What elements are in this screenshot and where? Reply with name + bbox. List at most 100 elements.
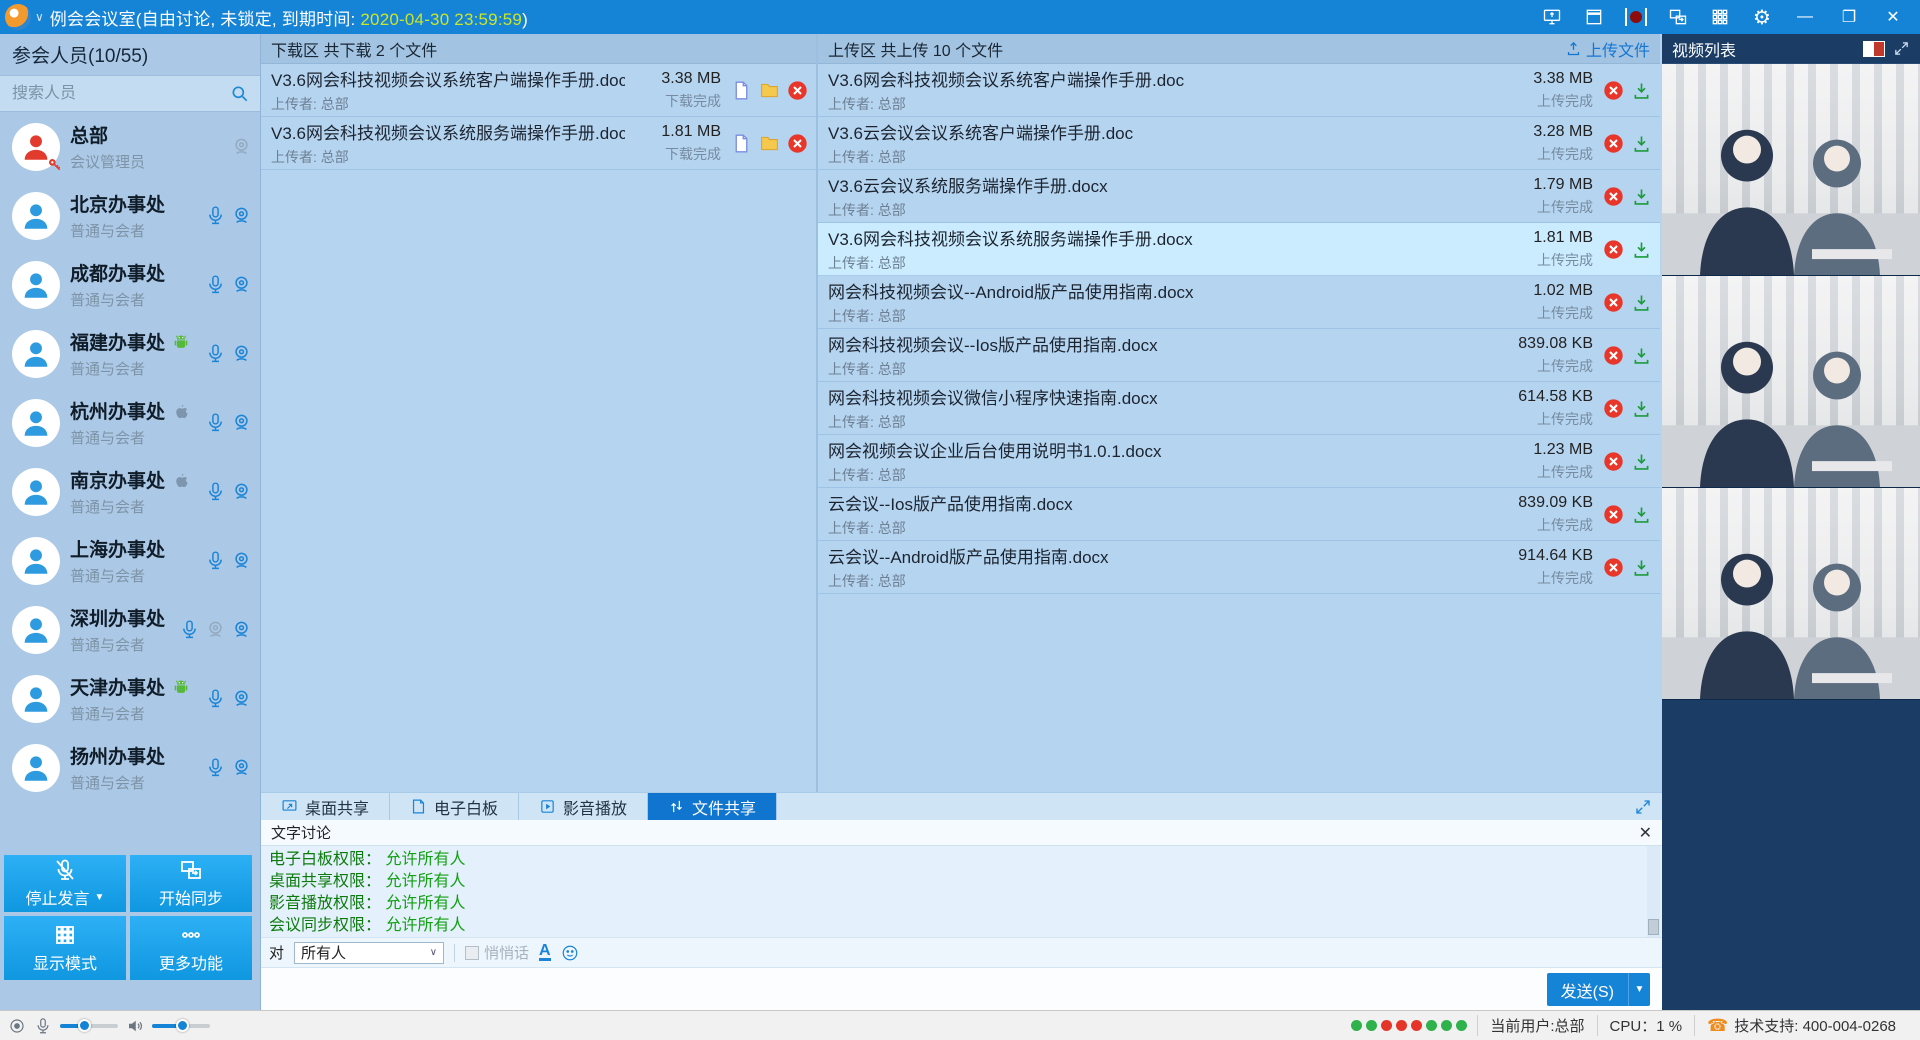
camera-icon[interactable]	[231, 481, 252, 502]
mic-icon[interactable]	[179, 619, 200, 640]
minimize-button[interactable]: —	[1788, 4, 1822, 30]
camera-icon[interactable]	[231, 688, 252, 709]
upload-file-row[interactable]: 网会视频会议企业后台使用说明书1.0.1.docx 上传者: 总部 1.23 M…	[818, 435, 1660, 488]
open-folder-icon[interactable]	[759, 80, 780, 101]
tab-whiteboard[interactable]: 电子白板	[390, 793, 519, 820]
download-icon[interactable]	[1631, 186, 1652, 207]
mic-icon[interactable]	[205, 412, 226, 433]
recipient-select[interactable]: 所有人∨	[294, 942, 444, 964]
mic-icon[interactable]	[205, 274, 226, 295]
mic-icon[interactable]	[205, 343, 226, 364]
mic-icon[interactable]	[205, 550, 226, 571]
participant-row[interactable]: 南京办事处 普通与会者	[0, 457, 260, 526]
camera-icon[interactable]	[231, 412, 252, 433]
upload-file-row[interactable]: V3.6云会议系统服务端操作手册.docx 上传者: 总部 1.79 MB 上传…	[818, 170, 1660, 223]
screen-share-icon[interactable]	[1536, 4, 1568, 30]
mic-icon[interactable]	[205, 205, 226, 226]
download-icon[interactable]	[1631, 451, 1652, 472]
delete-icon[interactable]	[1603, 186, 1624, 207]
mic-icon[interactable]	[205, 757, 226, 778]
delete-icon[interactable]	[1603, 80, 1624, 101]
more-functions-button[interactable]: 更多功能	[130, 916, 252, 980]
fullscreen-icon[interactable]	[1893, 40, 1910, 57]
camera-icon[interactable]	[231, 205, 252, 226]
search-input[interactable]	[10, 84, 230, 104]
download-icon[interactable]	[1631, 239, 1652, 260]
maximize-button[interactable]: ❐	[1832, 4, 1866, 30]
message-input[interactable]: 发送(S) ▼	[261, 967, 1662, 1010]
upload-file-row[interactable]: 云会议--Ios版产品使用指南.docx 上传者: 总部 839.09 KB 上…	[818, 488, 1660, 541]
display-mode-button[interactable]: 显示模式	[4, 916, 126, 980]
open-file-icon[interactable]	[731, 80, 752, 101]
mic-volume-icon[interactable]	[34, 1017, 52, 1035]
font-color-button[interactable]: A	[539, 944, 551, 961]
delete-icon[interactable]	[787, 80, 808, 101]
record-icon[interactable]	[1620, 4, 1652, 30]
upload-file-row[interactable]: 云会议--Android版产品使用指南.docx 上传者: 总部 914.64 …	[818, 541, 1660, 594]
open-file-icon[interactable]	[731, 133, 752, 154]
download-file-row[interactable]: V3.6网会科技视频会议系统服务端操作手册.docx 上传者: 总部 1.81 …	[261, 117, 816, 170]
download-icon[interactable]	[1631, 398, 1652, 419]
send-dropdown-icon[interactable]: ▼	[1628, 973, 1650, 1006]
chat-scrollbar[interactable]	[1647, 846, 1660, 937]
delete-icon[interactable]	[1603, 133, 1624, 154]
participant-row[interactable]: 成都办事处 普通与会者	[0, 250, 260, 319]
video-thumbnail[interactable]	[1662, 276, 1920, 488]
delete-icon[interactable]	[1603, 504, 1624, 525]
camera-icon[interactable]	[231, 619, 252, 640]
mic-volume-slider[interactable]	[60, 1024, 118, 1028]
upload-file-row[interactable]: 网会科技视频会议--Android版产品使用指南.docx 上传者: 总部 1.…	[818, 276, 1660, 329]
screen-sync-icon[interactable]	[1662, 4, 1694, 30]
tab-file-share[interactable]: 文件共享	[648, 793, 777, 820]
whisper-checkbox[interactable]: 悄悄话	[465, 942, 529, 963]
delete-icon[interactable]	[1603, 292, 1624, 313]
upload-file-row[interactable]: V3.6网会科技视频会议系统服务端操作手册.docx 上传者: 总部 1.81 …	[818, 223, 1660, 276]
menu-chevron-icon[interactable]: ∨	[35, 10, 44, 24]
participant-row[interactable]: 福建办事处 普通与会者	[0, 319, 260, 388]
delete-icon[interactable]	[1603, 451, 1624, 472]
record-indicator-icon[interactable]	[8, 1017, 26, 1035]
delete-icon[interactable]	[1603, 239, 1624, 260]
video-thumbnail[interactable]	[1662, 64, 1920, 276]
start-sync-button[interactable]: 开始同步	[130, 855, 252, 912]
emoji-button[interactable]	[561, 944, 579, 962]
tab-media-play[interactable]: 影音播放	[519, 793, 648, 820]
download-icon[interactable]	[1631, 292, 1652, 313]
delete-icon[interactable]	[787, 133, 808, 154]
tab-desktop-share[interactable]: 桌面共享	[261, 793, 390, 820]
download-icon[interactable]	[1631, 133, 1652, 154]
speaker-volume-icon[interactable]	[126, 1017, 144, 1035]
participant-row[interactable]: 杭州办事处 普通与会者	[0, 388, 260, 457]
open-folder-icon[interactable]	[759, 133, 780, 154]
participant-row[interactable]: 上海办事处 普通与会者	[0, 526, 260, 595]
mic-icon[interactable]	[205, 481, 226, 502]
camera-icon[interactable]	[231, 757, 252, 778]
participant-row[interactable]: 总部 会议管理员	[0, 112, 260, 181]
mic-icon[interactable]	[205, 688, 226, 709]
upload-file-row[interactable]: V3.6网会科技视频会议系统客户端操作手册.doc 上传者: 总部 3.38 M…	[818, 64, 1660, 117]
chat-close-icon[interactable]: ✕	[1639, 823, 1652, 843]
participant-row[interactable]: 深圳办事处 普通与会者	[0, 595, 260, 664]
camera-icon[interactable]	[231, 274, 252, 295]
upload-file-row[interactable]: 网会科技视频会议--Ios版产品使用指南.docx 上传者: 总部 839.08…	[818, 329, 1660, 382]
download-icon[interactable]	[1631, 80, 1652, 101]
search-icon[interactable]	[230, 84, 250, 104]
upload-file-row[interactable]: 网会科技视频会议微信小程序快速指南.docx 上传者: 总部 614.58 KB…	[818, 382, 1660, 435]
dial-pad-icon[interactable]	[1704, 4, 1736, 30]
camera-off-icon[interactable]	[205, 619, 226, 640]
expand-panel-icon[interactable]	[1634, 793, 1662, 820]
download-icon[interactable]	[1631, 557, 1652, 578]
close-button[interactable]: ✕	[1876, 4, 1910, 30]
camera-icon[interactable]	[231, 343, 252, 364]
download-icon[interactable]	[1631, 504, 1652, 525]
delete-icon[interactable]	[1603, 557, 1624, 578]
participant-row[interactable]: 天津办事处 普通与会者	[0, 664, 260, 733]
download-icon[interactable]	[1631, 345, 1652, 366]
settings-icon[interactable]: ⚙	[1746, 4, 1778, 30]
video-thumbnail[interactable]	[1662, 488, 1920, 700]
participant-row[interactable]: 北京办事处 普通与会者	[0, 181, 260, 250]
delete-icon[interactable]	[1603, 398, 1624, 419]
camera-icon[interactable]	[231, 550, 252, 571]
upload-file-button[interactable]: 上传文件	[1565, 37, 1650, 61]
delete-icon[interactable]	[1603, 345, 1624, 366]
